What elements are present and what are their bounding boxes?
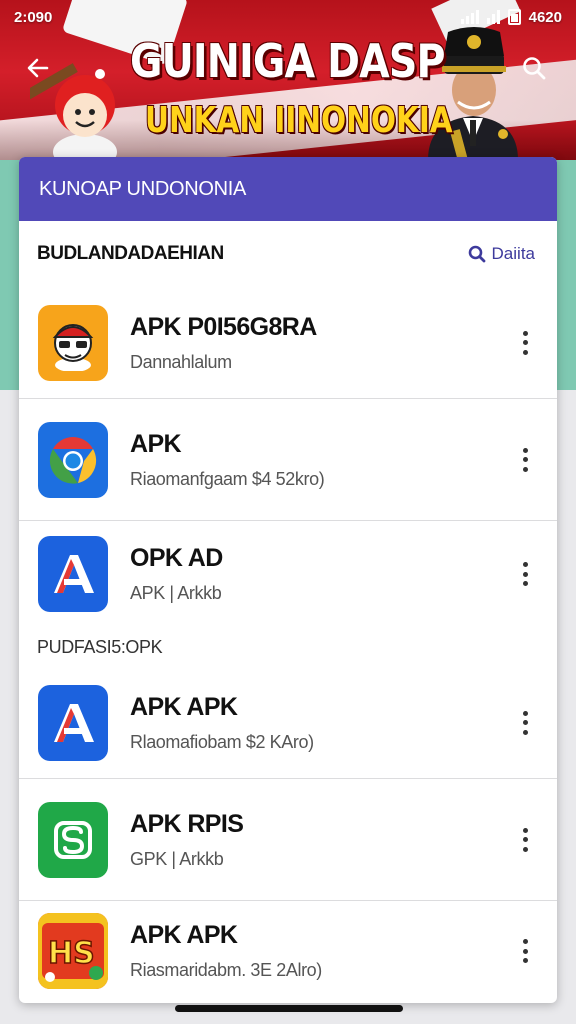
more-options-button[interactable] bbox=[515, 445, 535, 475]
card-header-title: KUNOAP UNDONONIA bbox=[39, 177, 247, 200]
list-item-text: OPK AD APK | Arkkb bbox=[130, 544, 223, 604]
list-item-text: APK APK Riasmaridabm. 3E 2Alro) bbox=[130, 921, 322, 981]
banner-subtitle: UNKAN IINONOKIA bbox=[145, 100, 453, 141]
app-name: OPK AD bbox=[130, 544, 223, 572]
more-options-button[interactable] bbox=[515, 559, 535, 589]
banner-title: GUINIGA DASP bbox=[130, 34, 445, 88]
back-button[interactable] bbox=[20, 50, 56, 86]
app-subtitle: Dannahlalum bbox=[130, 351, 232, 372]
section-link-label: Daiita bbox=[491, 244, 535, 263]
list-item-text: APK APK Rlaomafiobam $2 KAro) bbox=[130, 693, 314, 753]
app-subtitle: GPK | Arkkb bbox=[130, 848, 224, 869]
back-arrow-icon bbox=[27, 58, 49, 78]
list-item[interactable]: APK APK Rlaomafiobam $2 KAro) bbox=[19, 667, 557, 779]
section-title: BUDLANDADAEHIAN bbox=[37, 243, 224, 264]
app-name: APK APK bbox=[130, 692, 238, 721]
wifi-icon bbox=[486, 10, 500, 24]
list-item[interactable]: HS APK APK Riasmaridabm. 3E 2Alro) bbox=[19, 901, 557, 1001]
mascot-app-icon bbox=[38, 304, 108, 381]
list-item-text: APK P0I56G8RA Dannahlalum bbox=[130, 313, 317, 373]
green-s-app-icon bbox=[38, 801, 108, 878]
app-list-card: KUNOAP UNDONONIA BUDLANDADAEHIAN Daiita … bbox=[19, 157, 557, 1003]
battery-icon bbox=[507, 9, 521, 25]
more-options-button[interactable] bbox=[515, 328, 535, 358]
app-subtitle: Riasmaridabm. 3E 2Alro) bbox=[130, 960, 322, 980]
svg-text:HS: HS bbox=[48, 936, 95, 971]
status-time: 2:090 bbox=[14, 8, 53, 26]
signal-icon bbox=[460, 10, 479, 24]
list-item[interactable]: OPK AD APK | Arkkb bbox=[19, 521, 557, 627]
section-subheader: PUDFASI5:OPK bbox=[19, 627, 557, 667]
card-header: KUNOAP UNDONONIA bbox=[19, 157, 557, 221]
letter-a-app-icon bbox=[38, 684, 108, 761]
more-options-button[interactable] bbox=[515, 708, 535, 738]
search-button[interactable] bbox=[516, 50, 552, 86]
section-link[interactable]: Daiita bbox=[468, 244, 535, 264]
list-item[interactable]: APK RPIS GPK | Arkkb bbox=[19, 779, 557, 901]
letter-a-app-icon bbox=[38, 536, 108, 612]
app-name: APK APK bbox=[130, 921, 238, 949]
app-name: APK bbox=[130, 429, 182, 458]
app-subtitle: Riaomanfgaam $4 52kro) bbox=[130, 468, 325, 489]
chrome-app-icon bbox=[38, 421, 108, 498]
list-item[interactable]: APK P0I56G8RA Dannahlalum bbox=[19, 287, 557, 399]
status-battery-text: 4620 bbox=[528, 8, 562, 26]
section2-title: PUDFASI5:OPK bbox=[37, 636, 163, 657]
list-item-text: APK RPIS GPK | Arkkb bbox=[130, 809, 244, 870]
game-app-icon: HS bbox=[38, 913, 108, 989]
search-icon bbox=[468, 245, 485, 263]
home-indicator[interactable] bbox=[175, 1005, 403, 1012]
app-subtitle: Rlaomafiobam $2 KAro) bbox=[130, 731, 314, 752]
list-item[interactable]: APK Riaomanfgaam $4 52kro) bbox=[19, 399, 557, 521]
status-icons: 4620 bbox=[460, 8, 562, 26]
more-options-button[interactable] bbox=[515, 936, 535, 966]
app-name: APK RPIS bbox=[130, 809, 244, 838]
status-bar: 2:090 4620 bbox=[0, 0, 576, 34]
section-header: BUDLANDADAEHIAN Daiita bbox=[19, 221, 557, 287]
search-icon bbox=[523, 57, 546, 80]
more-options-button[interactable] bbox=[515, 825, 535, 855]
app-name: APK P0I56G8RA bbox=[130, 312, 317, 341]
app-subtitle: APK | Arkkb bbox=[130, 583, 222, 603]
list-item-text: APK Riaomanfgaam $4 52kro) bbox=[130, 429, 325, 490]
